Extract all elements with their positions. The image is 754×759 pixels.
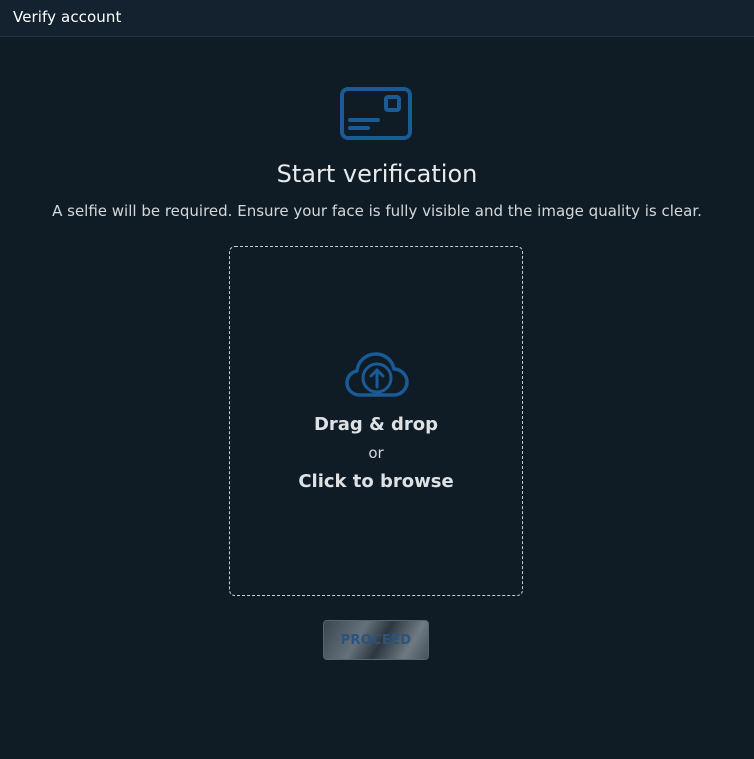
window-title: Verify account bbox=[13, 8, 122, 26]
instructions-text: A selfie will be required. Ensure your f… bbox=[52, 202, 702, 220]
or-label: or bbox=[368, 444, 384, 462]
titlebar: Verify account bbox=[0, 0, 754, 37]
proceed-button[interactable]: PROCEED bbox=[323, 620, 429, 660]
page-title: Start verification bbox=[276, 160, 478, 188]
verify-account-window: Verify account Start verification A self… bbox=[0, 0, 754, 759]
file-dropzone[interactable]: Drag & drop or Click to browse bbox=[229, 246, 523, 596]
cloud-upload-icon bbox=[345, 352, 409, 397]
browse-link[interactable]: Click to browse bbox=[230, 471, 522, 492]
drag-drop-label: Drag & drop bbox=[313, 414, 439, 435]
id-card-icon bbox=[340, 87, 412, 140]
